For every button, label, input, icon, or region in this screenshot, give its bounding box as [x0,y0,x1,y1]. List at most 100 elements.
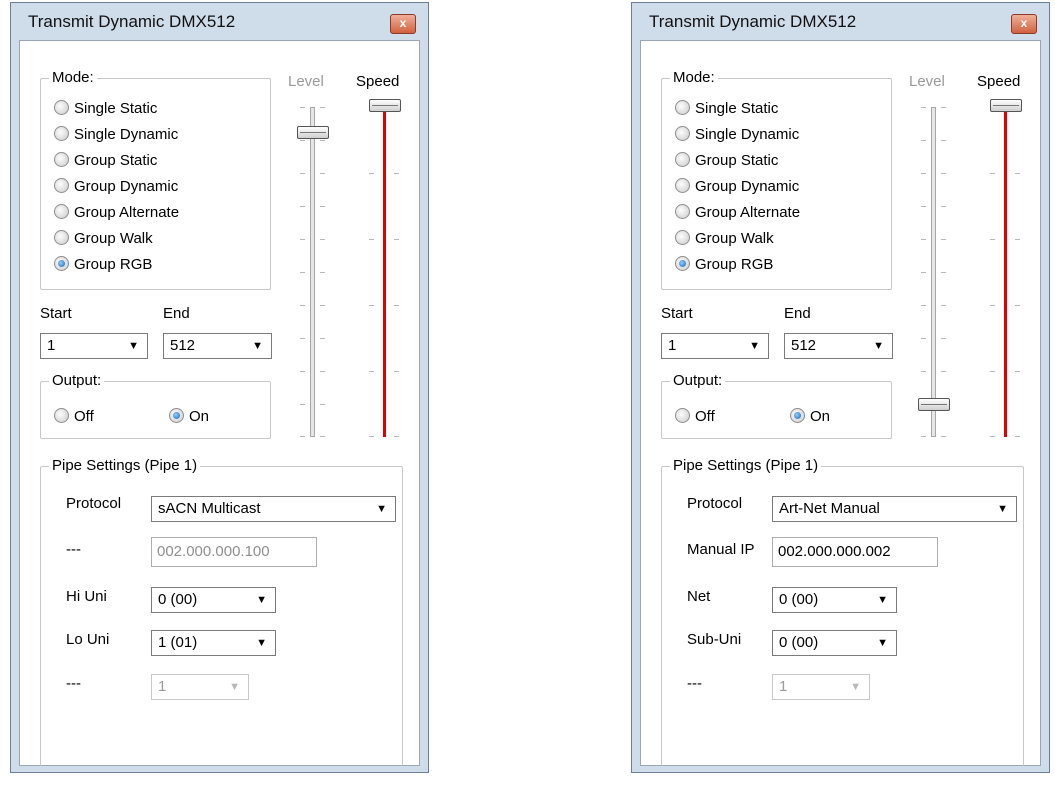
title-bar[interactable]: Transmit Dynamic DMX512 x [632,3,1049,40]
ip-field[interactable]: 002.000.000.100 [151,537,317,567]
pipe-settings-group: Pipe Settings (Pipe 1) Protocol sACN Mul… [40,457,403,766]
radio-icon [675,230,690,245]
radio-selected-icon [54,256,69,271]
start-select[interactable]: 1 ▼ [40,333,148,359]
mode-group-dynamic[interactable]: Group Dynamic [54,177,178,197]
tick-mark [990,436,995,437]
tick-mark [990,173,995,174]
tick-mark [941,239,946,240]
mode-group-static[interactable]: Group Static [54,151,157,171]
end-label: End [163,305,190,322]
mode-legend: Mode: [49,69,97,86]
extra-value: 1 [779,678,788,695]
tick-mark [1015,371,1020,372]
tick-mark [941,436,946,437]
radio-icon [54,100,69,115]
tick-mark [921,272,926,273]
tick-mark [300,140,305,141]
mode-single-dynamic[interactable]: Single Dynamic [54,125,178,145]
output-off-radio[interactable]: Off [675,407,715,427]
end-select[interactable]: 512 ▼ [784,333,893,359]
output-off-radio[interactable]: Off [54,407,94,427]
radio-icon [675,408,690,423]
tick-mark [300,371,305,372]
mode-single-static[interactable]: Single Static [54,99,157,119]
dialog-client: Mode: Single Static Single Dynamic Group… [640,40,1041,766]
tick-mark [990,305,995,306]
speed-track [383,107,386,437]
net-select[interactable]: 0 (00) ▼ [772,587,897,613]
tick-mark [921,206,926,207]
hi-uni-label: Hi Uni [66,588,107,605]
tick-mark [300,338,305,339]
chevron-down-icon: ▼ [997,503,1008,515]
end-value: 512 [170,337,196,354]
mode-single-static[interactable]: Single Static [675,99,778,119]
lo-uni-value: 1 (01) [158,634,198,651]
start-select[interactable]: 1 ▼ [661,333,769,359]
protocol-select[interactable]: sACN Multicast ▼ [151,496,396,522]
speed-slider-thumb[interactable] [369,99,401,112]
mode-group-walk[interactable]: Group Walk [54,229,153,249]
tick-mark [320,404,325,405]
output-group: Output: Off On [40,372,271,439]
radio-icon [54,152,69,167]
mode-group-rgb[interactable]: Group RGB [675,255,773,275]
close-button[interactable]: x [390,14,416,34]
protocol-select[interactable]: Art-Net Manual ▼ [772,496,1017,522]
end-value: 512 [791,337,817,354]
hi-uni-value: 0 (00) [158,591,198,608]
net-label: Net [687,588,711,605]
lo-uni-select[interactable]: 1 (01) ▼ [151,630,276,656]
close-button[interactable]: x [1011,14,1037,34]
extra-select[interactable]: 1 ▼ [151,674,249,700]
mode-single-dynamic[interactable]: Single Dynamic [675,125,799,145]
output-group: Output: Off On [661,372,892,439]
tick-mark [320,173,325,174]
output-on-radio[interactable]: On [169,407,209,427]
ip-field[interactable]: 002.000.000.002 [772,537,938,567]
speed-slider-thumb[interactable] [990,99,1022,112]
tick-mark [369,305,374,306]
tick-mark [921,107,926,108]
mode-legend: Mode: [670,69,718,86]
tick-mark [369,436,374,437]
tick-mark [320,436,325,437]
tick-mark [1015,239,1020,240]
mode-group-dynamic[interactable]: Group Dynamic [675,177,799,197]
hi-uni-select[interactable]: 0 (00) ▼ [151,587,276,613]
tick-mark [369,173,374,174]
level-slider-thumb[interactable] [297,126,329,139]
window-title: Transmit Dynamic DMX512 [649,12,857,31]
tick-mark [1015,305,1020,306]
tick-mark [1015,173,1020,174]
end-select[interactable]: 512 ▼ [163,333,272,359]
extra-label: --- [687,675,702,692]
tick-mark [941,371,946,372]
level-slider-thumb[interactable] [918,398,950,411]
sub-uni-select[interactable]: 0 (00) ▼ [772,630,897,656]
tick-mark [320,371,325,372]
level-label: Level [909,73,945,90]
mode-group-alternate[interactable]: Group Alternate [54,203,179,223]
tick-mark [394,173,399,174]
tick-mark [990,239,995,240]
extra-select[interactable]: 1 ▼ [772,674,870,700]
title-bar[interactable]: Transmit Dynamic DMX512 x [11,3,428,40]
mode-group-rgb[interactable]: Group RGB [54,255,152,275]
tick-mark [941,272,946,273]
start-value: 1 [668,337,677,354]
lo-uni-label: Lo Uni [66,631,110,648]
chevron-down-icon: ▼ [873,340,884,352]
level-label: Level [288,73,324,90]
extra-label: --- [66,675,81,692]
end-label: End [784,305,811,322]
dmx-window-2: Transmit Dynamic DMX512 x Mode: Single S… [631,2,1050,773]
tick-mark [394,436,399,437]
mode-group-static[interactable]: Group Static [675,151,778,171]
mode-group-walk[interactable]: Group Walk [675,229,774,249]
tick-mark [921,436,926,437]
output-on-radio[interactable]: On [790,407,830,427]
tick-mark [300,404,305,405]
mode-group-alternate[interactable]: Group Alternate [675,203,800,223]
